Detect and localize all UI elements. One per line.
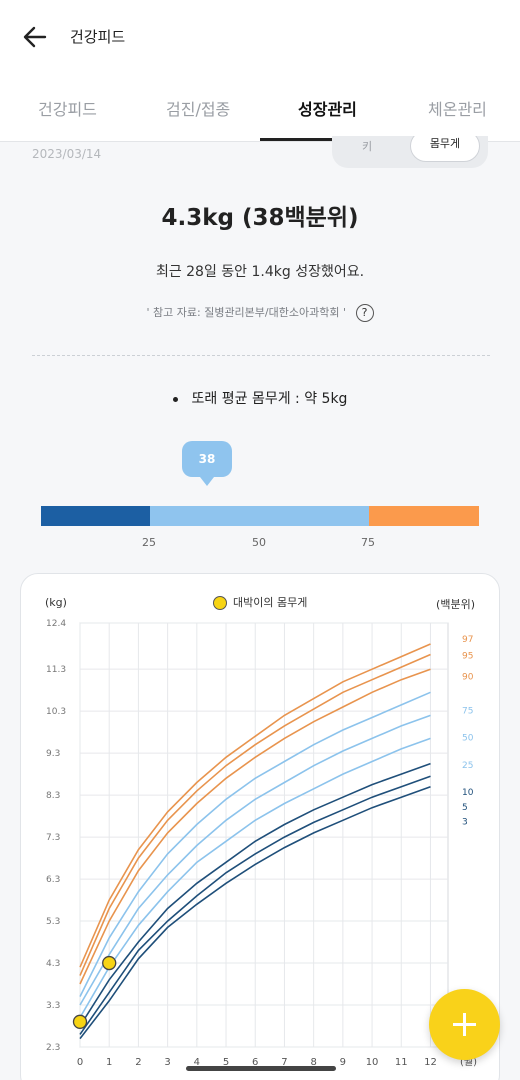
y-tick-label: 9.3 [46, 749, 60, 759]
series-label-90: 90 [462, 673, 474, 683]
bar-tick-25: 25 [142, 536, 156, 549]
series-label-95: 95 [462, 652, 473, 662]
percentile-bar-mid [150, 506, 369, 526]
baby-weight-point [72, 1014, 88, 1029]
y-tick-label: 7.3 [46, 833, 60, 843]
tab-checkup-vaccination[interactable]: 검진/접종 [166, 96, 230, 120]
growth-screen: 건강피드 건강피드 검진/접종 성장관리 체온관리 2023/03/14 키 몸… [0, 0, 520, 1080]
y-tick-label: 11.3 [46, 665, 66, 675]
y-tick-label: 4.3 [46, 959, 60, 969]
weight-headline: 4.3kg (38백분위) [161, 205, 359, 231]
bullet-icon [172, 396, 178, 402]
x-tick-label: 0 [77, 1057, 83, 1068]
y-tick-label: 3.3 [46, 1001, 60, 1011]
reference-source: ' 참고 자료: 질병관리본부/대한소아과학회 ' ? [0, 304, 520, 322]
record-date: 2023/03/14 [32, 147, 102, 161]
tab-bar: 건강피드 검진/접종 성장관리 체온관리 [0, 72, 520, 142]
percentile-bar-low [41, 506, 150, 526]
x-tick-label: 11 [395, 1057, 408, 1068]
growth-chart: 0 1 2 3 4 5 6 7 8 9 10 11 122.33.34.35.36.37.38.39.3… [46, 619, 477, 1068]
bar-tick-50: 50 [252, 536, 266, 549]
series-label-75: 75 [462, 706, 473, 716]
toggle-weight[interactable]: 몸무게 [410, 136, 480, 162]
growth-summary: 최근 28일 동안 1.4kg 성장했어요. [155, 264, 365, 280]
tab-temperature[interactable]: 체온관리 [428, 96, 487, 120]
y-tick-label: 6.3 [46, 875, 60, 885]
plot-area [79, 622, 449, 1048]
divider [32, 355, 490, 356]
series-label-97: 97 [462, 635, 473, 645]
percentile-bar [41, 506, 479, 526]
percentile-bubble: 38 [182, 441, 232, 486]
y-tick-label: 2.3 [46, 1043, 60, 1053]
question-circle-icon[interactable]: ? [355, 304, 374, 322]
peer-average: 또래 평균 몸무게 : 약 5kg [0, 388, 520, 408]
home-indicator [186, 1066, 336, 1071]
y-tick-label: 10.3 [46, 707, 66, 717]
baby-weight-point [102, 955, 117, 971]
bar-tick-75: 75 [361, 536, 375, 549]
top-app-bar: 건강피드 [0, 0, 520, 72]
series-label-50: 50 [462, 734, 474, 744]
x-tick-label: 9 [340, 1057, 346, 1068]
x-tick-label: 2 [135, 1057, 141, 1068]
series-label-3: 3 [462, 818, 468, 828]
add-record-button[interactable] [429, 989, 500, 1060]
series-label-25: 25 [462, 761, 473, 771]
y-tick-label: 12.4 [46, 619, 66, 629]
y-tick-label: 5.3 [46, 917, 60, 927]
peer-average-text: 또래 평균 몸무게 : 약 5kg [191, 391, 348, 407]
x-tick-label: 10 [366, 1057, 379, 1068]
page-title: 건강피드 [70, 28, 126, 46]
x-tick-label: 3 [164, 1057, 170, 1068]
arrow-left-icon[interactable] [18, 20, 52, 54]
series-label-5: 5 [462, 803, 468, 813]
tab-health-feed[interactable]: 건강피드 [38, 96, 97, 120]
percentile-bar-high [369, 506, 479, 526]
x-tick-label: 12 [424, 1057, 437, 1068]
series-label-10: 10 [462, 788, 474, 798]
height-weight-toggle[interactable]: 키 몸무게 [332, 136, 488, 168]
toggle-height[interactable]: 키 [362, 138, 372, 154]
reference-text: ' 참고 자료: 질병관리본부/대한소아과학회 ' [146, 306, 347, 319]
tab-growth[interactable]: 성장관리 [298, 96, 357, 120]
x-tick-label: 1 [106, 1057, 112, 1068]
y-tick-label: 8.3 [46, 791, 60, 801]
